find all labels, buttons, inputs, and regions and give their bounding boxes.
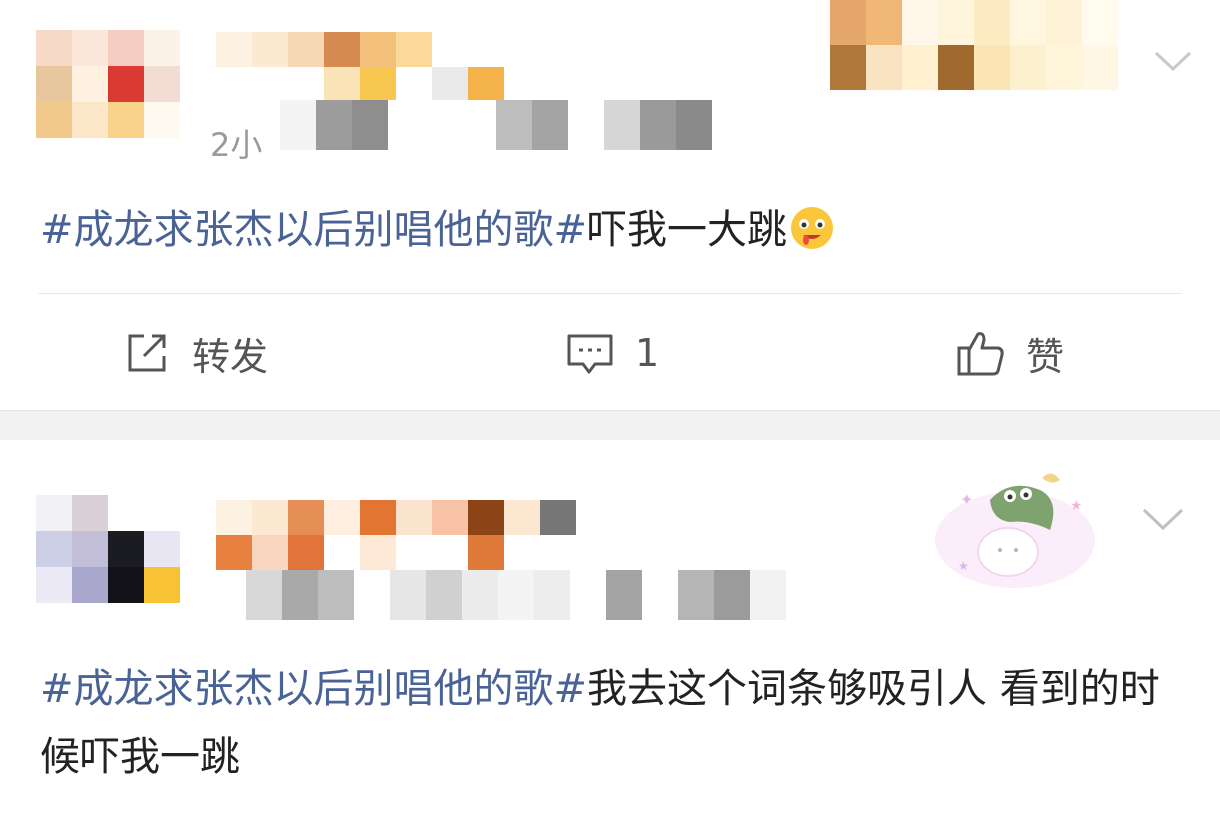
comment-bubble-icon [567,334,613,374]
topic-link[interactable]: #成龙求张杰以后别唱他的歌# [40,207,587,253]
post-time: 2小 [210,126,263,164]
like-button[interactable]: 赞 [956,318,1064,388]
repost-button[interactable]: 转发 [122,318,268,388]
feed-post: ✦ ★ ★ #成龙求张杰以后别唱他的歌#我去这个词条够吸引人 看到的时候吓我一跳 [0,440,1220,818]
divider [38,293,1182,294]
meta-redacted [210,570,786,630]
post-meta: 2小 [210,120,262,166]
chevron-down-icon[interactable] [1148,45,1198,75]
sticker-decoration: ✦ ★ ★ [935,473,1095,588]
username-redacted[interactable] [216,500,576,570]
thumbs-up-icon [957,332,1004,376]
avatar[interactable] [36,30,180,140]
comment-count: 1 [635,331,660,375]
username-redacted[interactable] [216,32,504,102]
topic-link[interactable]: #成龙求张杰以后别唱他的歌# [40,666,587,712]
svg-text:★: ★ [958,559,969,573]
drooling-face-emoji [791,207,834,249]
post-content: #成龙求张杰以后别唱他的歌#吓我一大跳 [40,196,1180,264]
meta-redacted [280,100,748,160]
chevron-down-icon[interactable] [1138,502,1188,532]
feed-post: 2小 #成龙求张杰以后别唱他的歌#吓我一大跳 转发 1 赞 [0,0,1220,410]
comment-button[interactable]: 1 [565,318,659,388]
post-text: 吓我一大跳 [587,207,788,253]
action-bar: 转发 1 赞 [0,318,1220,388]
feed-separator [0,410,1220,440]
share-edit-icon [128,334,166,372]
avatar[interactable] [36,495,180,605]
like-label: 赞 [1026,334,1065,379]
repost-label: 转发 [192,334,269,379]
badge-decoration [830,0,1154,90]
svg-text:✦: ✦ [960,490,973,509]
svg-text:★: ★ [1070,498,1083,514]
post-content: #成龙求张杰以后别唱他的歌#我去这个词条够吸引人 看到的时候吓我一跳 [40,655,1180,791]
